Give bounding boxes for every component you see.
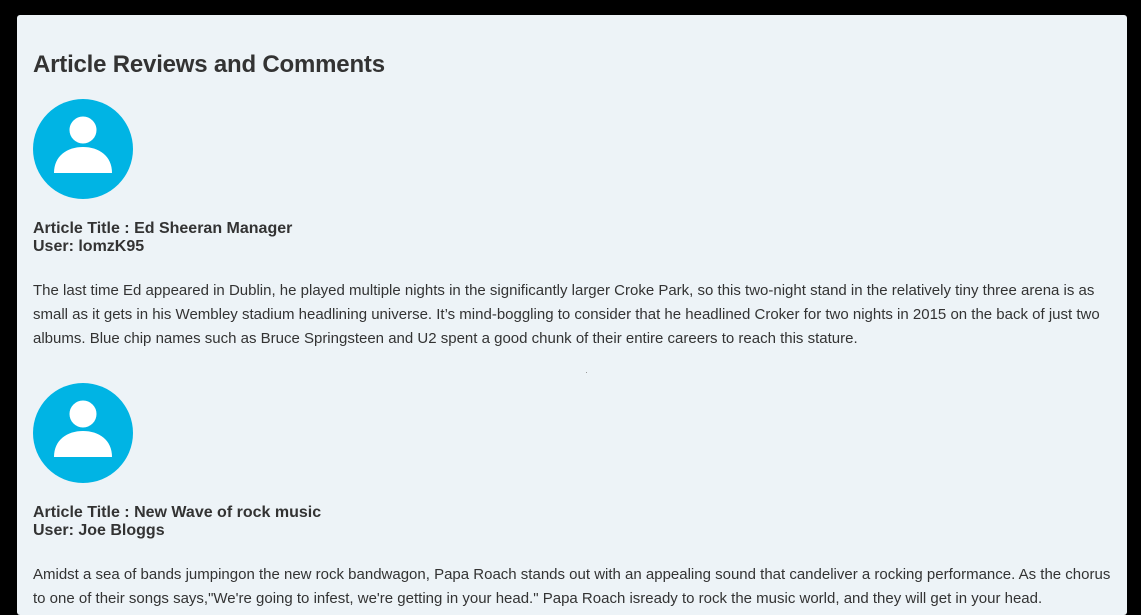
separator-dot [586, 372, 587, 373]
review-user: User: lomzK95 [33, 238, 145, 255]
user-avatar-icon [33, 99, 133, 199]
article-title: Article Title : New Wave of rock music [33, 504, 322, 521]
review-text: Amidst a sea of bands jumpingon the new … [33, 566, 1111, 607]
review-text: The last time Ed appeared in Dublin, he … [33, 282, 1100, 347]
reviews-panel: Article Reviews and Comments Article Tit… [17, 15, 1127, 615]
review-user: User: Joe Bloggs [33, 522, 165, 539]
review-meta: Article Title : New Wave of rock music U… [33, 504, 321, 540]
user-avatar-icon [33, 383, 133, 483]
article-title: Article Title : Ed Sheeran Manager [33, 220, 293, 237]
review-meta: Article Title : Ed Sheeran Manager User:… [33, 220, 292, 256]
page-title: Article Reviews and Comments [33, 51, 385, 78]
